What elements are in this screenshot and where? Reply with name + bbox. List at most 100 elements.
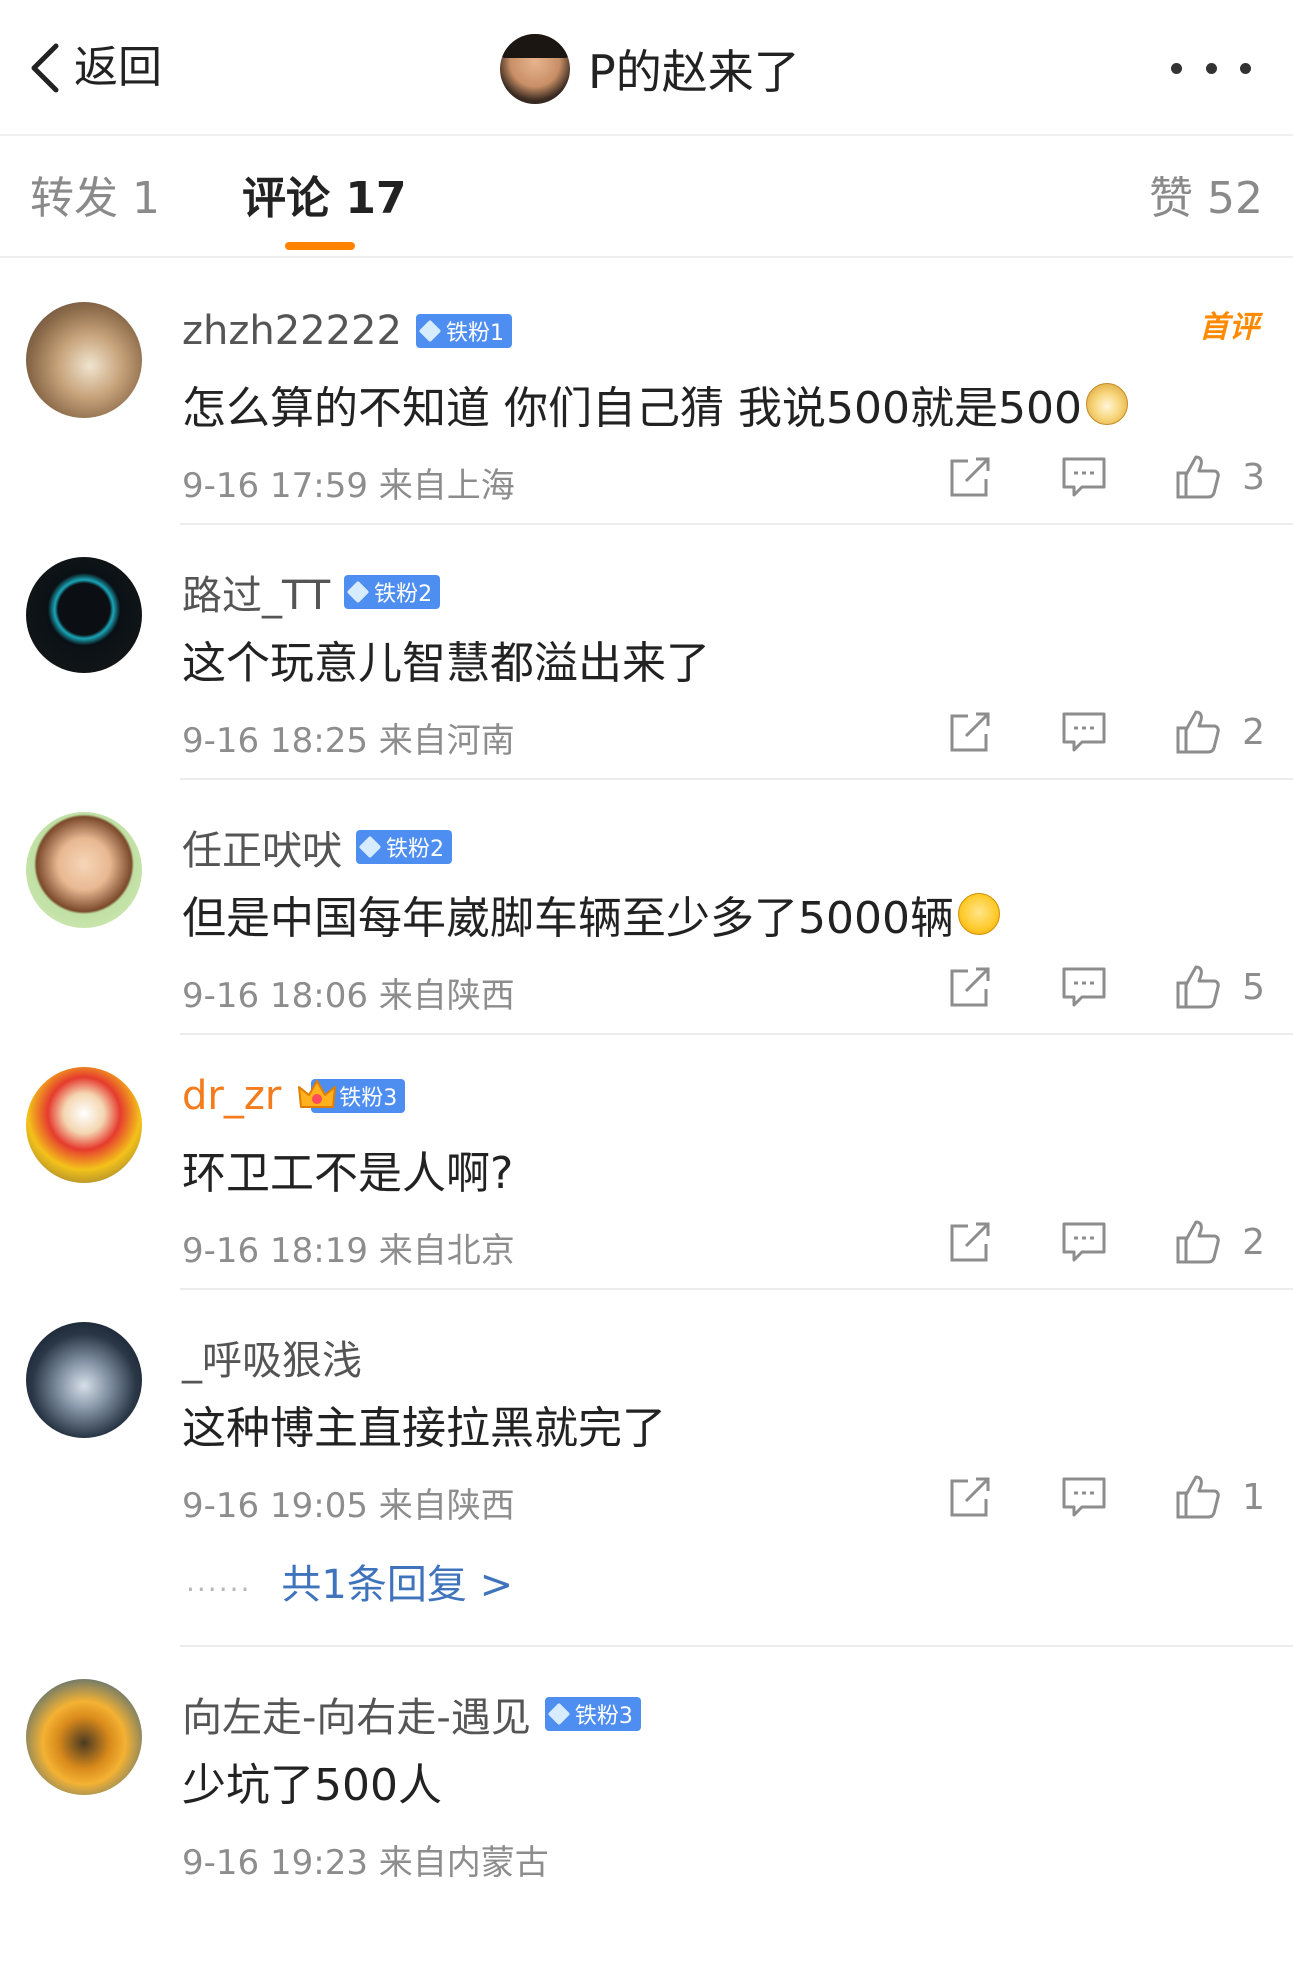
comment-item: 任正吠吠 铁粉2 但是中国每年崴脚车辆至少多了5000辆 9-16 18:06 … (0, 780, 1293, 1035)
comment-meta: 9-16 19:05 来自陕西 (182, 1486, 515, 1526)
reply-button[interactable] (1060, 1218, 1108, 1266)
avatar[interactable] (26, 557, 142, 673)
fan-badge: 铁粉2 (356, 830, 452, 864)
diamond-icon (418, 319, 442, 343)
reply-button[interactable] (1060, 963, 1108, 1011)
like-count: 2 (1242, 711, 1265, 753)
fan-badge-label: 铁粉3 (574, 1704, 633, 1729)
comment-meta: 9-16 17:59 来自上海 (182, 466, 515, 506)
fan-badge-label: 铁粉2 (374, 582, 433, 607)
comment-icon (1062, 1222, 1106, 1262)
share-button[interactable] (946, 963, 994, 1011)
comment-text-content: 环卫工不是人啊? (182, 1148, 514, 1199)
fan-badge-label: 铁粉2 (386, 837, 444, 862)
share-icon (950, 1477, 990, 1517)
thumbs-up-icon (1176, 455, 1220, 499)
thumbs-up-icon (1176, 710, 1220, 754)
share-button[interactable] (946, 1473, 994, 1521)
fan-badge: 铁粉3 (298, 1079, 406, 1113)
comment-text: 环卫工不是人啊? (182, 1137, 513, 1201)
comment-actions: 2 (946, 1215, 1265, 1269)
view-replies-label: 共1条回复 > (281, 1562, 514, 1608)
tab-repost[interactable]: 转发 1 (30, 162, 160, 226)
comment-user[interactable]: 向左走-向右走-遇见 铁粉3 (182, 1685, 641, 1743)
comment-user[interactable]: _呼吸狠浅 (182, 1328, 362, 1386)
author-name: P的赵来了 (588, 45, 800, 99)
comment-item: 向左走-向右走-遇见 铁粉3 少坑了500人 9-16 19:23 来自内蒙古 (0, 1647, 1293, 1987)
comment-user[interactable]: dr_zr 铁粉3 (182, 1073, 406, 1119)
comment-user[interactable]: 任正吠吠 铁粉2 (182, 818, 452, 876)
fan-badge-label: 铁粉3 (339, 1086, 398, 1111)
reply-button[interactable] (1060, 453, 1108, 501)
like-count: 3 (1242, 456, 1265, 498)
like-button[interactable]: 1 (1174, 1473, 1265, 1521)
reply-button[interactable] (1060, 1473, 1108, 1521)
top-bar: 返回 P的赵来了 (0, 0, 1293, 136)
back-label: 返回 (74, 42, 162, 93)
comment-text-content: 少坑了500人 (182, 1760, 442, 1811)
username: 路过_TT (182, 573, 331, 619)
comment-list: zhzh22222 铁粉1 首评 怎么算的不知道 你们自己猜 我说500就是50… (0, 270, 1293, 1987)
author-avatar[interactable] (500, 34, 570, 104)
fan-badge: 铁粉1 (415, 314, 512, 348)
like-count: 2 (1242, 1221, 1265, 1263)
thumbs-up-icon (1176, 1475, 1220, 1519)
comment-meta: 9-16 18:06 来自陕西 (182, 976, 515, 1016)
comment-icon (1062, 967, 1106, 1007)
username: 任正吠吠 (182, 828, 342, 874)
active-tab-indicator (285, 242, 355, 250)
chevron-left-icon (31, 43, 59, 93)
like-count: 5 (1242, 966, 1265, 1008)
username: _呼吸狠浅 (182, 1338, 362, 1384)
comment-user[interactable]: 路过_TT 铁粉2 (182, 563, 441, 621)
fan-badge: 铁粉2 (344, 575, 441, 609)
avatar[interactable] (26, 1322, 142, 1438)
comment-meta: 9-16 18:25 来自河南 (182, 721, 515, 761)
comment-icon (1062, 457, 1106, 497)
like-button[interactable]: 3 (1174, 453, 1265, 501)
comment-text-content: 这种博主直接拉黑就完了 (182, 1403, 666, 1454)
comment-actions: 2 (946, 705, 1265, 759)
reply-button[interactable] (1060, 708, 1108, 756)
comment-text-content: 但是中国每年崴脚车辆至少多了5000辆 (182, 893, 954, 944)
tab-bar: 转发 1 评论 17 赞 52 (0, 136, 1293, 258)
comment-text: 怎么算的不知道 你们自己猜 我说500就是500 (182, 372, 1128, 436)
like-button[interactable]: 2 (1174, 1218, 1265, 1266)
more-dot-icon (1171, 62, 1182, 74)
fan-badge: 铁粉3 (544, 1697, 641, 1731)
post-author[interactable]: P的赵来了 (500, 34, 800, 104)
username: dr_zr (182, 1073, 282, 1119)
comment-text-content: 这个玩意儿智慧都溢出来了 (182, 638, 710, 689)
comment-item: 路过_TT 铁粉2 这个玩意儿智慧都溢出来了 9-16 18:25 来自河南 2 (0, 525, 1293, 780)
comment-user[interactable]: zhzh22222 铁粉1 (182, 308, 512, 354)
more-options-button[interactable] (1171, 50, 1251, 86)
tab-like[interactable]: 赞 52 (1149, 162, 1263, 226)
diamond-icon (358, 835, 382, 859)
diamond-icon (547, 1702, 571, 1726)
comment-meta: 9-16 18:19 来自北京 (182, 1231, 515, 1271)
comment-actions: 1 (946, 1470, 1265, 1524)
comment-text: 但是中国每年崴脚车辆至少多了5000辆 (182, 882, 1000, 946)
avatar[interactable] (26, 812, 142, 928)
share-icon (950, 712, 990, 752)
share-icon (950, 1222, 990, 1262)
comment-item: zhzh22222 铁粉1 首评 怎么算的不知道 你们自己猜 我说500就是50… (0, 270, 1293, 525)
like-button[interactable]: 2 (1174, 708, 1265, 756)
doge-emoji-icon (1085, 383, 1128, 425)
comment-actions: 3 (946, 450, 1265, 504)
share-button[interactable] (946, 453, 994, 501)
share-button[interactable] (946, 1218, 994, 1266)
username: 向左走-向右走-遇见 (182, 1695, 531, 1741)
avatar[interactable] (26, 302, 142, 418)
like-button[interactable]: 5 (1174, 963, 1265, 1011)
username: zhzh22222 (182, 308, 402, 354)
first-comment-tag: 首评 (1199, 310, 1259, 345)
avatar[interactable] (26, 1067, 142, 1183)
avatar[interactable] (26, 1679, 142, 1795)
thumbs-up-icon (1176, 1220, 1220, 1264)
view-replies-link[interactable]: ...... 共1条回复 > (186, 1552, 513, 1610)
back-button[interactable]: 返回 (28, 40, 162, 96)
comment-icon (1062, 712, 1106, 752)
crown-icon (298, 1080, 337, 1108)
share-button[interactable] (946, 708, 994, 756)
